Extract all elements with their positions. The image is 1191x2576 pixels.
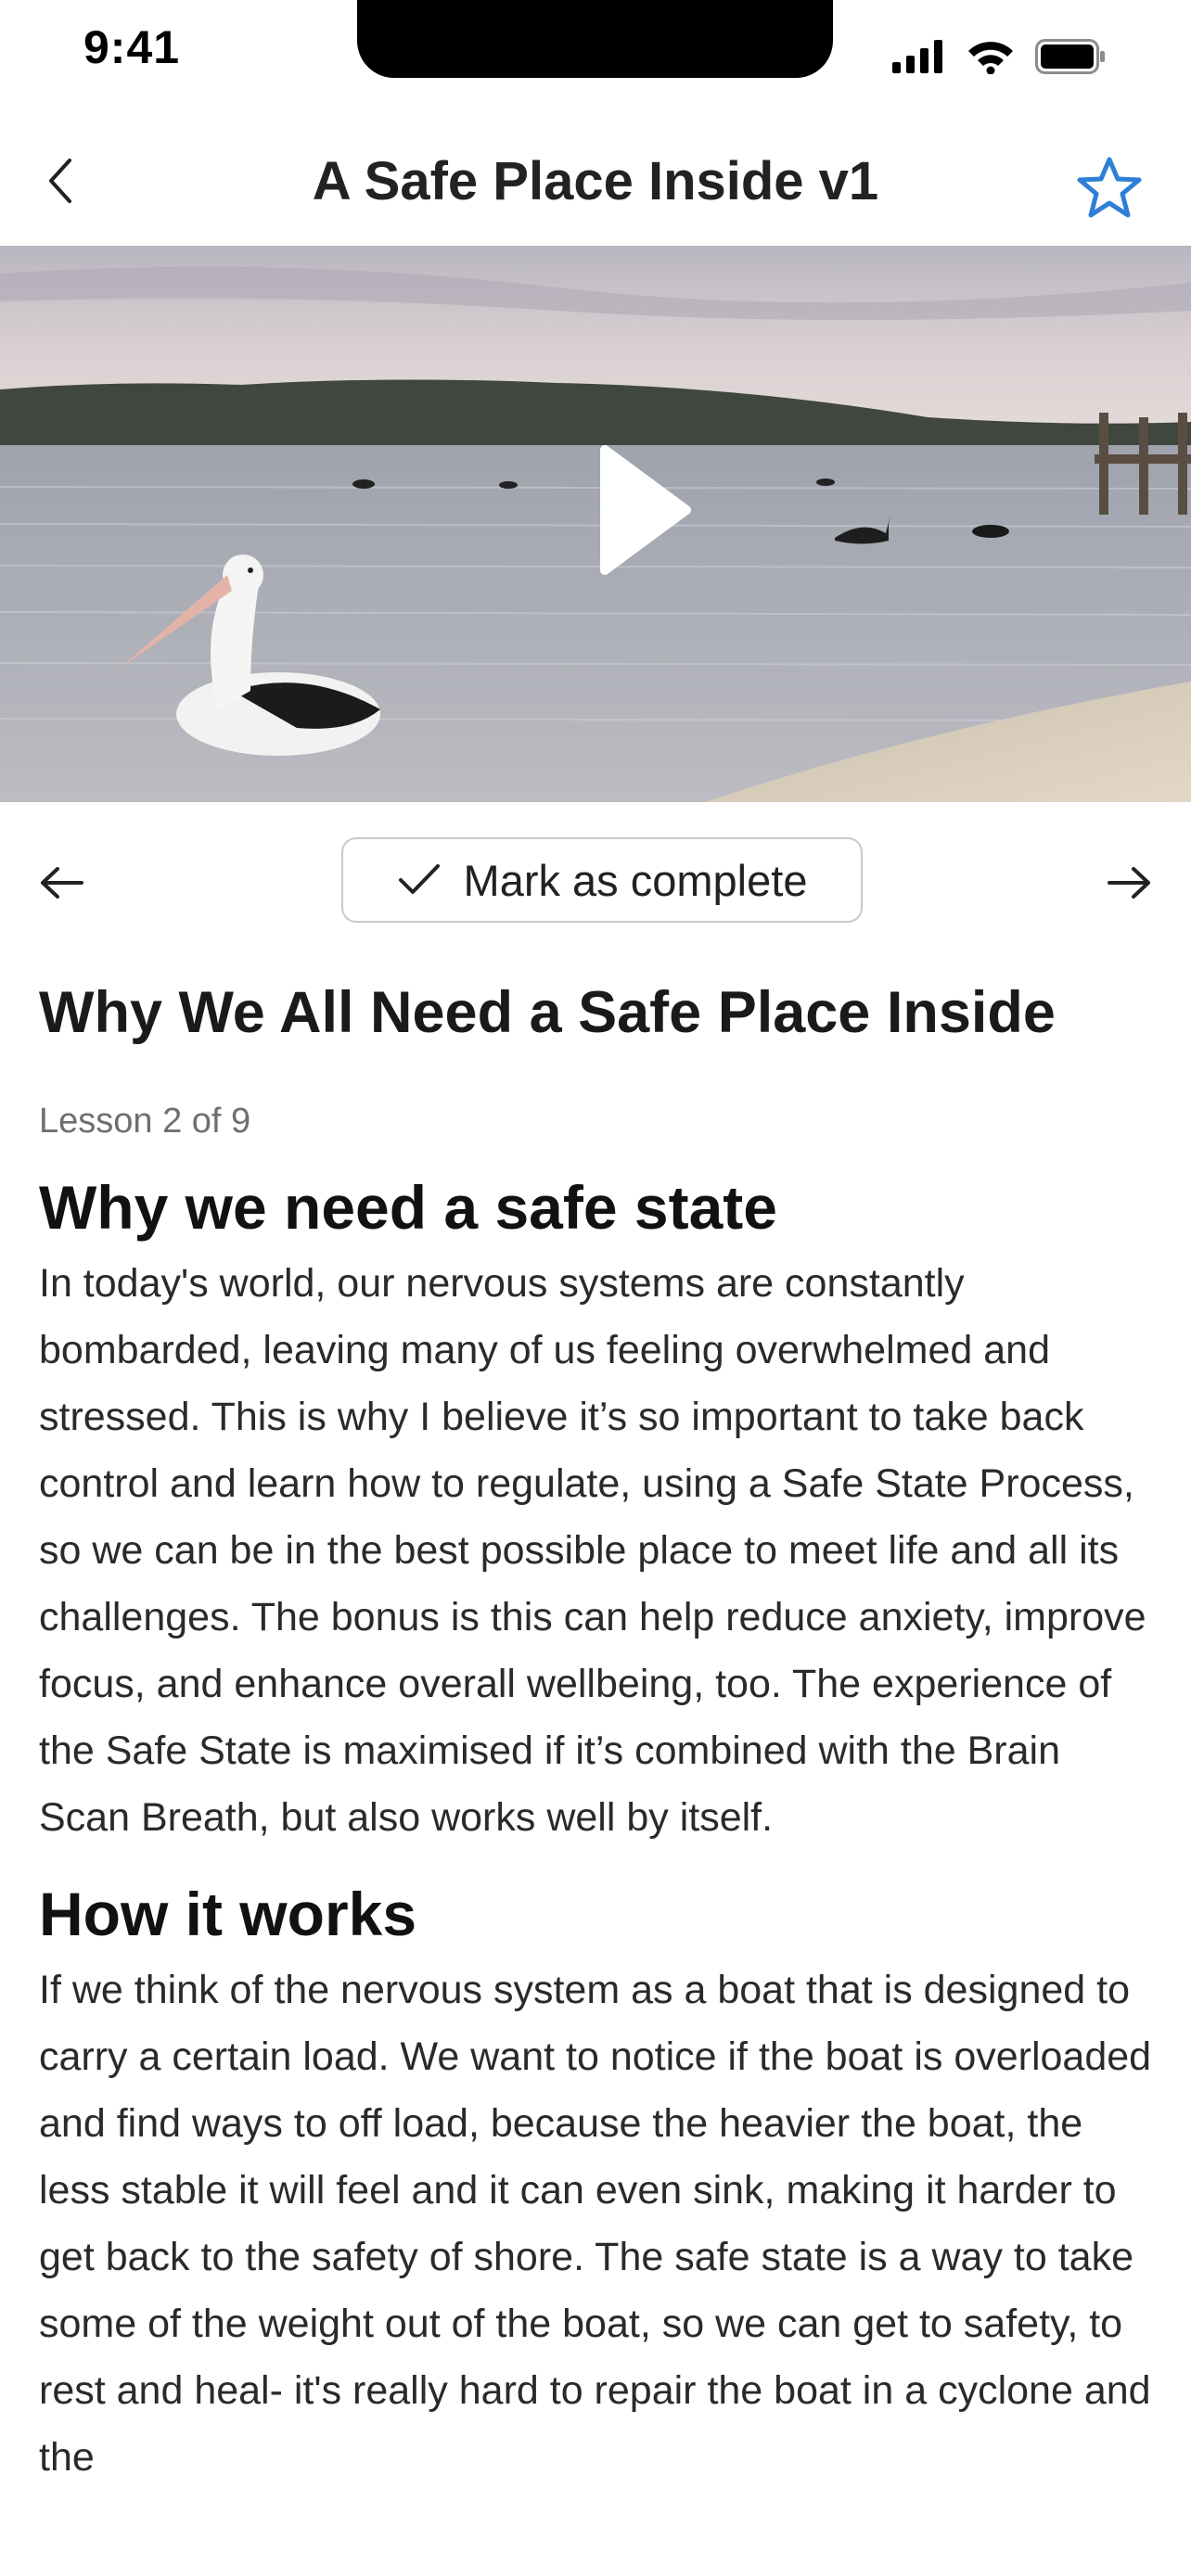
status-icons	[892, 35, 1106, 78]
previous-lesson-button[interactable]	[30, 850, 95, 915]
device-notch	[357, 0, 833, 78]
nav-header: A Safe Place Inside v1	[0, 130, 1191, 241]
page-title: A Safe Place Inside v1	[312, 151, 879, 211]
battery-icon	[1035, 39, 1105, 74]
status-bar: 9:41	[0, 0, 1191, 102]
signal-icon	[892, 40, 942, 73]
back-button[interactable]	[28, 148, 93, 213]
star-icon	[1077, 157, 1142, 218]
lesson-title: Why We All Need a Safe Place Inside	[39, 980, 1056, 1045]
wifi-icon	[968, 42, 1013, 74]
back-chevron-icon	[49, 159, 71, 203]
play-icon	[600, 445, 691, 575]
favorite-button[interactable]	[1072, 150, 1146, 224]
lesson-progress-text: Lesson 2 of 9	[39, 1102, 251, 1141]
section-body: If we think of the nervous system as a b…	[39, 1968, 1152, 2480]
video-player[interactable]	[0, 246, 1191, 802]
status-time: 9:41	[83, 21, 181, 73]
arrow-left-icon	[41, 867, 83, 899]
next-lesson-button[interactable]	[1096, 850, 1161, 915]
mark-complete-button[interactable]: Mark as complete	[341, 837, 863, 923]
section-body: In today's world, our nervous systems ar…	[39, 1261, 1146, 1840]
section-heading: How it works	[39, 1880, 417, 1948]
mark-complete-label: Mark as complete	[463, 855, 808, 905]
arrow-right-icon	[1108, 867, 1150, 899]
play-button[interactable]	[594, 440, 696, 580]
checkmark-icon	[398, 864, 440, 894]
lesson-content: Why We All Need a Safe Place Inside Less…	[39, 974, 1161, 2491]
lesson-controls: Mark as complete	[0, 830, 1191, 932]
section-heading: Why we need a safe state	[39, 1173, 777, 1242]
